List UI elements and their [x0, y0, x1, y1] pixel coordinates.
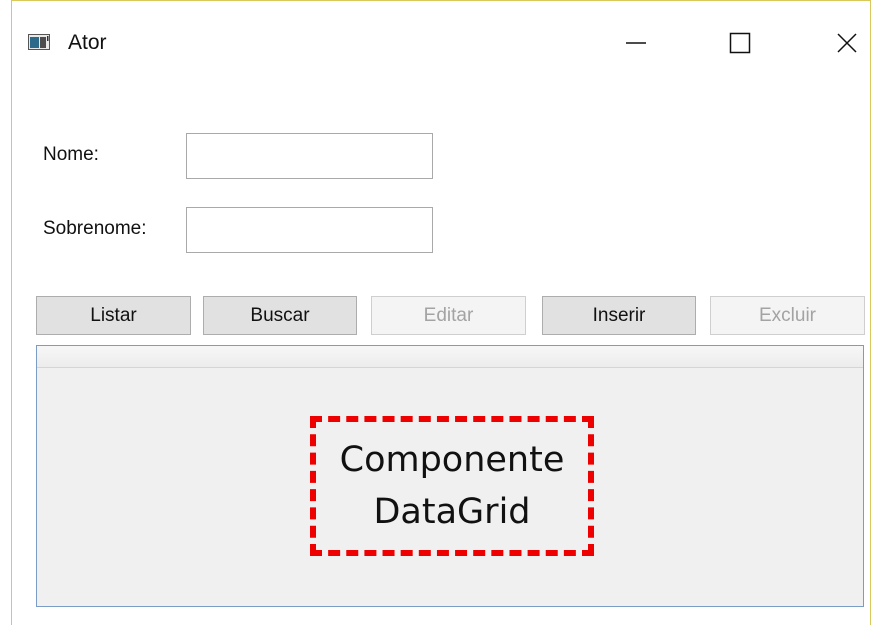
buscar-button[interactable]: Buscar — [203, 296, 357, 335]
nome-input[interactable] — [186, 133, 433, 179]
maximize-button[interactable] — [720, 25, 760, 61]
maximize-icon — [729, 32, 751, 54]
datagrid-annotation: Componente DataGrid — [310, 416, 594, 556]
annotation-line-2: DataGrid — [373, 492, 531, 532]
data-grid[interactable]: Componente DataGrid — [36, 345, 864, 607]
title-bar[interactable]: Ator — [12, 1, 870, 83]
excluir-button[interactable]: Excluir — [710, 296, 865, 335]
listar-button[interactable]: Listar — [36, 296, 191, 335]
nome-label: Nome: — [43, 144, 99, 165]
editar-button[interactable]: Editar — [371, 296, 526, 335]
close-icon — [837, 33, 857, 53]
annotation-line-1: Componente — [339, 440, 565, 480]
sobrenome-input[interactable] — [186, 207, 433, 253]
minimize-button[interactable] — [616, 25, 656, 61]
data-grid-header[interactable] — [37, 346, 863, 368]
inserir-button[interactable]: Inserir — [542, 296, 696, 335]
window: Ator Nome: Sobrenome: Listar Buscar Edit… — [11, 0, 871, 625]
app-icon — [28, 34, 50, 50]
window-title: Ator — [68, 31, 107, 54]
minimize-icon — [626, 42, 646, 44]
close-button[interactable] — [827, 25, 867, 61]
sobrenome-label: Sobrenome: — [43, 218, 147, 239]
